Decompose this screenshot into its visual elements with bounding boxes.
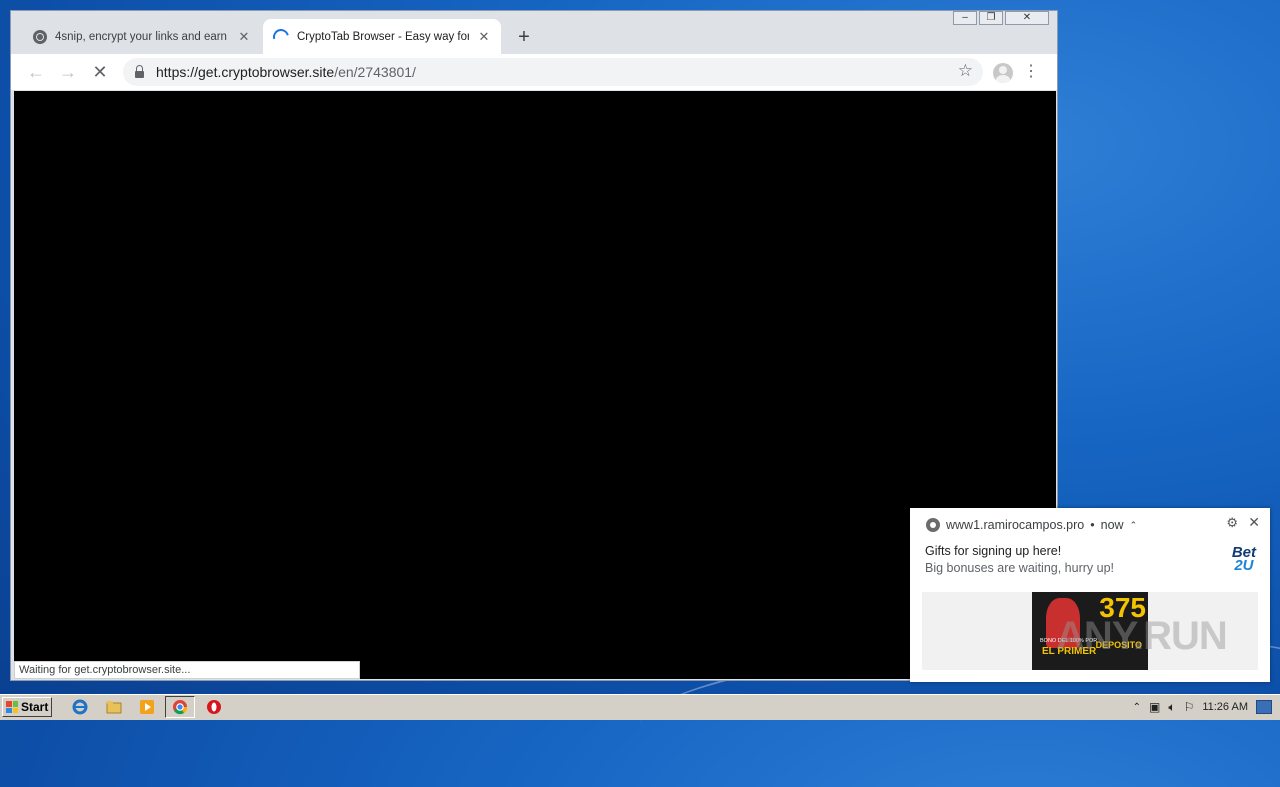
loading-spinner-icon [270, 25, 292, 48]
tab-close-icon[interactable]: ✕ [477, 29, 491, 45]
show-desktop-icon[interactable] [1256, 700, 1272, 714]
start-button[interactable]: Start [2, 697, 52, 717]
tab-cryptotab[interactable]: CryptoTab Browser - Easy way for B ✕ [263, 19, 501, 54]
tab-close-icon[interactable]: ✕ [237, 29, 251, 45]
notification-origin: www1.ramirocampos.pro [946, 518, 1085, 532]
gear-icon[interactable]: ⚙ [1226, 515, 1238, 531]
system-tray: ⌃ ▣ 🔈︎ ⚐ 11:26 AM [1133, 697, 1280, 717]
chevron-up-icon[interactable]: ⌃ [1130, 520, 1138, 531]
media-player-icon[interactable] [139, 699, 155, 715]
url-text[interactable]: https://get.cryptobrowser.site/en/274380… [156, 64, 416, 80]
profile-avatar-icon[interactable] [993, 63, 1013, 83]
address-bar[interactable]: https://get.cryptobrowser.site/en/274380… [123, 58, 983, 86]
forward-icon[interactable]: → [57, 61, 79, 83]
tab-title: CryptoTab Browser - Easy way for B [297, 30, 469, 43]
internet-explorer-icon[interactable] [72, 699, 88, 715]
url-host: https://get.cryptobrowser.site [156, 64, 335, 80]
url-path: /en/2743801/ [334, 64, 416, 80]
show-hidden-icons-icon[interactable]: ⌃ [1133, 702, 1141, 713]
taskbar-chrome-button[interactable] [165, 696, 195, 718]
close-icon[interactable]: ✕ [1248, 514, 1260, 531]
notification-time: now [1100, 518, 1124, 532]
status-bubble: Waiting for get.cryptobrowser.site... [14, 661, 360, 679]
bet2u-logo: Bet 2U [1232, 545, 1256, 574]
tab-4snip[interactable]: 4snip, encrypt your links and earn m ✕ [23, 19, 261, 54]
chrome-logo-icon [173, 700, 188, 715]
network-icon[interactable]: ▣ [1149, 700, 1160, 714]
stop-loading-icon[interactable]: ✕ [89, 61, 111, 83]
windows-logo-icon [6, 701, 18, 713]
separator-dot: • [1090, 518, 1095, 532]
push-notification[interactable]: www1.ramirocampos.pro • now ⌃ ⚙ ✕ Gifts … [910, 508, 1270, 682]
globe-icon [33, 29, 47, 44]
page-viewport[interactable]: Waiting for get.cryptobrowser.site... [14, 91, 1056, 679]
volume-icon[interactable]: 🔈︎ [1168, 700, 1175, 715]
file-explorer-icon[interactable] [106, 699, 122, 715]
close-window-button[interactable]: ✕ [1005, 11, 1049, 25]
browser-toolbar: ← → ✕ https://get.cryptobrowser.site/en/… [11, 54, 1057, 90]
back-icon[interactable]: ← [25, 61, 47, 83]
bookmark-star-icon[interactable]: ☆ [958, 61, 973, 81]
action-center-flag-icon[interactable]: ⚐ [1184, 700, 1195, 714]
tab-strip: 4snip, encrypt your links and earn m ✕ C… [11, 11, 1057, 54]
chrome-icon [926, 518, 940, 532]
kebab-menu-icon[interactable]: ⋮ [1023, 62, 1039, 82]
notification-body: Big bonuses are waiting, hurry up! [925, 561, 1114, 575]
taskbar: Start ⌃ ▣ 🔈︎ ⚐ 11:26 AM [0, 694, 1280, 720]
brand-bottom: 2U [1234, 557, 1254, 574]
window-controls: – ❐ ✕ [953, 11, 1049, 25]
clock[interactable]: 11:26 AM [1202, 701, 1248, 713]
anyrun-watermark: ANY.RUN [1056, 614, 1228, 658]
notification-title: Gifts for signing up here! [925, 544, 1062, 558]
browser-window: 4snip, encrypt your links and earn m ✕ C… [10, 10, 1058, 681]
lock-icon[interactable] [135, 64, 144, 78]
tab-title: 4snip, encrypt your links and earn m [55, 30, 229, 43]
restore-button[interactable]: ❐ [979, 11, 1003, 25]
notification-image: 375 BONO DEL 100% POR EL PRIMER DEPOSITO… [922, 592, 1258, 670]
notification-source: www1.ramirocampos.pro • now ⌃ [926, 518, 1137, 532]
start-label: Start [21, 700, 49, 714]
new-tab-button[interactable]: + [513, 27, 535, 49]
opera-icon[interactable] [206, 699, 222, 715]
minimize-button[interactable]: – [953, 11, 977, 25]
